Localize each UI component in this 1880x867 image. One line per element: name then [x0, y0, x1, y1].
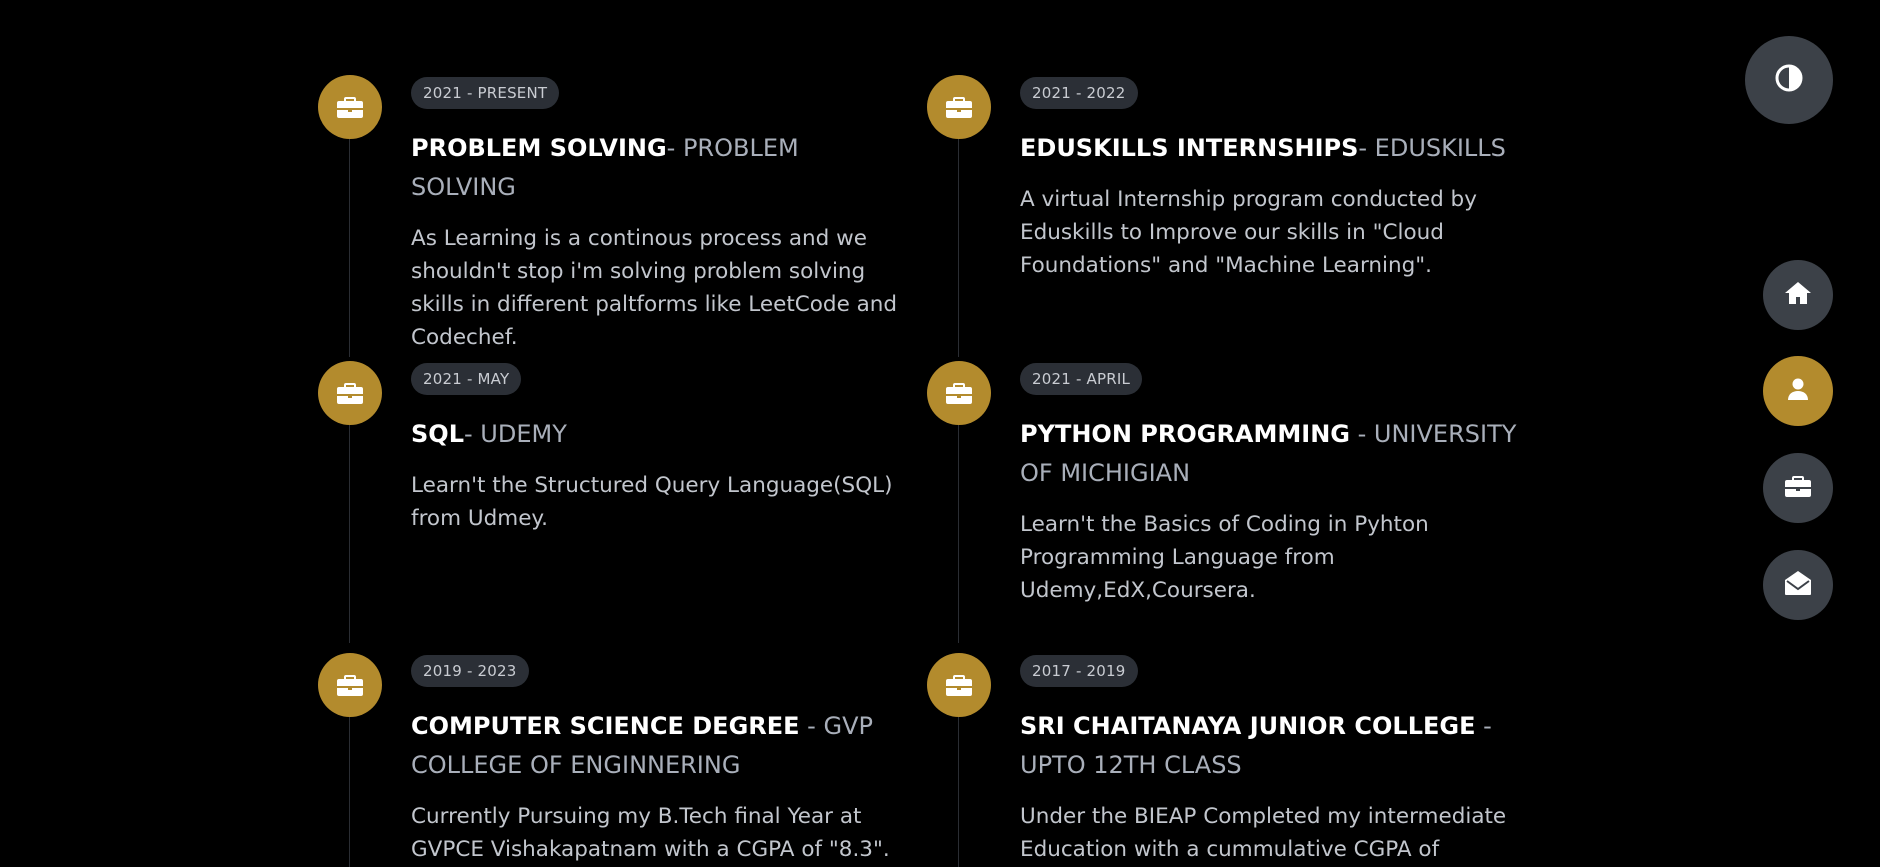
user-icon — [1786, 377, 1810, 405]
entry-title: PROBLEM SOLVING- PROBLEM SOLVING — [411, 129, 911, 207]
entry-separator: - — [799, 712, 824, 740]
timeline-line — [958, 393, 959, 643]
entry-description: Currently Pursuing my B.Tech final Year … — [411, 804, 890, 862]
entry-org: UDEMY — [480, 420, 567, 448]
theme-toggle-button[interactable] — [1745, 36, 1833, 124]
timeline-line — [349, 393, 350, 643]
briefcase-icon — [1784, 474, 1812, 502]
envelope-open-icon — [1784, 570, 1812, 600]
entry-separator: - — [463, 420, 481, 448]
period-badge: 2021 - PRESENT — [411, 77, 560, 109]
period-badge: 2021 - APRIL — [1020, 363, 1143, 395]
entry-title-text: PROBLEM SOLVING — [411, 134, 667, 162]
entry-title-text: EDUSKILLS INTERNSHIPS — [1020, 134, 1359, 162]
entry-title-text: PYTHON PROGRAMMING — [1020, 420, 1350, 448]
entry-description: Learn't the Basics of Coding in Pyhton P… — [1020, 512, 1429, 603]
entry-description: Under the BIEAP Completed my intermediat… — [1020, 804, 1507, 862]
entry-description: As Learning is a continous process and w… — [411, 226, 898, 350]
entry-separator: - — [1349, 420, 1374, 448]
briefcase-icon — [927, 75, 991, 139]
entry-org: EDUSKILLS — [1374, 134, 1506, 162]
entry-separator: - — [1475, 712, 1492, 740]
timeline-content: 2021 - PRESENT PROBLEM SOLVING- PROBLEM … — [411, 77, 911, 354]
nav-portfolio-button[interactable] — [1763, 453, 1833, 523]
timeline-line — [349, 107, 350, 357]
timeline-content: 2021 - 2022 EDUSKILLS INTERNSHIPS- EDUSK… — [1020, 77, 1520, 282]
briefcase-icon — [318, 653, 382, 717]
entry-description: A virtual Internship program conducted b… — [1020, 187, 1477, 278]
entry-title-text: SQL — [411, 420, 464, 448]
entry-description: Learn't the Structured Query Language(SQ… — [411, 473, 893, 531]
period-badge: 2021 - MAY — [411, 363, 522, 395]
entry-title: EDUSKILLS INTERNSHIPS- EDUSKILLS — [1020, 129, 1520, 168]
timeline-line — [958, 107, 959, 357]
timeline-content: 2019 - 2023 COMPUTER SCIENCE DEGREE - GV… — [411, 655, 911, 866]
briefcase-icon — [318, 361, 382, 425]
page: 2021 - PRESENT PROBLEM SOLVING- PROBLEM … — [0, 0, 1880, 867]
entry-title: PYTHON PROGRAMMING - UNIVERSITY OF MICHI… — [1020, 415, 1520, 493]
period-badge: 2017 - 2019 — [1020, 655, 1138, 687]
nav-contact-button[interactable] — [1763, 550, 1833, 620]
briefcase-icon — [927, 361, 991, 425]
period-badge: 2021 - 2022 — [1020, 77, 1138, 109]
entry-title-text: SRI CHAITANAYA JUNIOR COLLEGE — [1020, 712, 1476, 740]
period-badge: 2019 - 2023 — [411, 655, 529, 687]
timeline-content: 2021 - APRIL PYTHON PROGRAMMING - UNIVER… — [1020, 363, 1520, 607]
briefcase-icon — [927, 653, 991, 717]
entry-title: SRI CHAITANAYA JUNIOR COLLEGE - UPTO 12T… — [1020, 707, 1520, 785]
entry-title: SQL- UDEMY — [411, 415, 911, 454]
timeline-content: 2017 - 2019 SRI CHAITANAYA JUNIOR COLLEG… — [1020, 655, 1520, 867]
nav-home-button[interactable] — [1763, 260, 1833, 330]
entry-org: UPTO 12TH CLASS — [1020, 751, 1242, 779]
entry-title-text: COMPUTER SCIENCE DEGREE — [411, 712, 800, 740]
entry-title: COMPUTER SCIENCE DEGREE - GVP COLLEGE OF… — [411, 707, 911, 785]
timeline-content: 2021 - MAY SQL- UDEMY Learn't the Struct… — [411, 363, 911, 535]
contrast-icon — [1775, 64, 1803, 96]
entry-separator: - — [1358, 134, 1375, 162]
briefcase-icon — [318, 75, 382, 139]
home-icon — [1784, 281, 1812, 309]
nav-about-button[interactable] — [1763, 356, 1833, 426]
entry-separator: - — [666, 134, 683, 162]
